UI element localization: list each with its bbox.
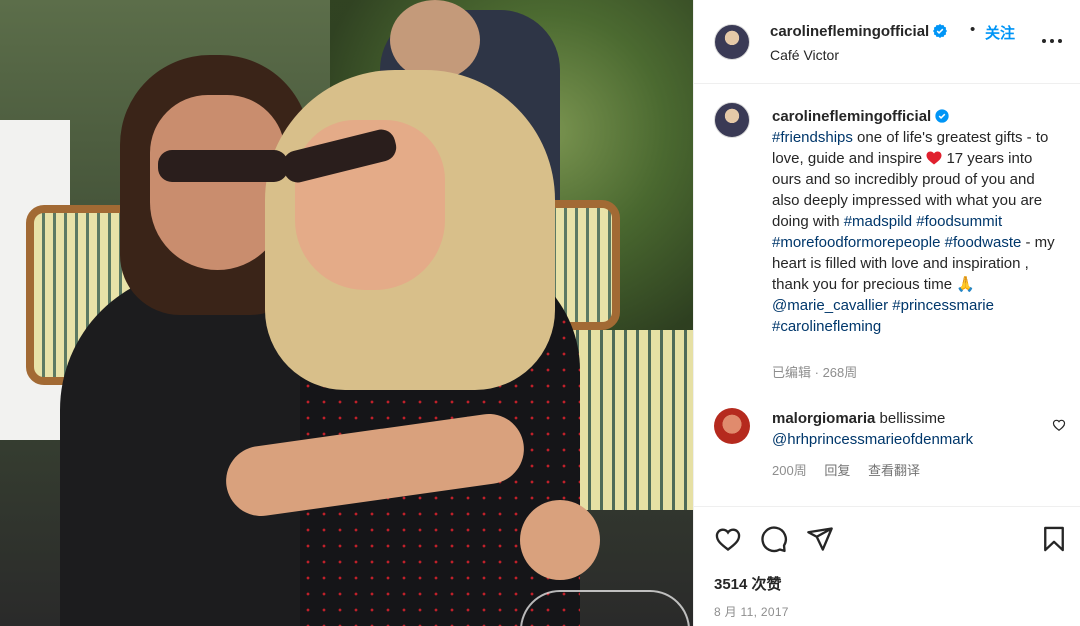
caption-meta: 已编辑 · 268周 [772, 362, 857, 381]
author-username[interactable]: carolineflemingofficial [770, 23, 948, 40]
verified-badge-icon [933, 24, 948, 38]
comment-age[interactable]: 200周 [772, 463, 807, 478]
author-username-text[interactable]: carolineflemingofficial [770, 23, 929, 40]
comment-item: malorgiomaria bellissime @hrhprincessmar… [694, 394, 1080, 494]
comment-body: bellissime [875, 410, 946, 427]
mention-link[interactable]: @hrhprincessmarieofdenmark [772, 431, 973, 448]
comment-meta: 200周 回复 查看翻译 [772, 460, 934, 479]
wine-glass [520, 590, 690, 626]
edited-label: 已编辑 [772, 365, 812, 380]
caption-text: carolineflemingofficial #friendships one… [772, 106, 1062, 337]
commenter-avatar[interactable] [714, 408, 750, 444]
hashtag-link[interactable]: #foodwaste [945, 234, 1022, 251]
header-separator: • [970, 21, 976, 38]
see-translation-button[interactable]: 查看翻译 [868, 463, 920, 478]
red-heart-emoji-icon [926, 151, 942, 165]
likes-count[interactable]: 3514 次赞 [714, 573, 782, 594]
mention-link[interactable]: @marie_cavallier [772, 297, 888, 314]
hashtag-link[interactable]: #princessmarie [892, 297, 994, 314]
save-bookmark-icon[interactable] [1040, 525, 1068, 553]
background-person-head [390, 0, 480, 80]
more-options-icon[interactable] [1040, 30, 1064, 50]
hashtag-link[interactable]: #morefoodformorepeople [772, 234, 940, 251]
sunglasses-left [158, 150, 288, 182]
comment-text: malorgiomaria bellissime @hrhprincessmar… [772, 408, 1032, 450]
location-link[interactable]: Café Victor [770, 47, 839, 63]
meta-separator: · [811, 365, 823, 380]
post-header: carolineflemingofficial • 关注 Café Victor [694, 0, 1080, 84]
post-side-panel: carolineflemingofficial • 关注 Café Victor… [693, 0, 1080, 626]
share-paper-plane-icon[interactable] [806, 525, 834, 553]
caption-age[interactable]: 268周 [823, 365, 858, 380]
post-photo[interactable] [0, 0, 693, 626]
hashtag-link[interactable]: #friendships [772, 129, 853, 146]
hashtag-link[interactable]: #carolinefleming [772, 318, 881, 335]
post-caption: carolineflemingofficial #friendships one… [694, 84, 1080, 394]
caption-username[interactable]: carolineflemingofficial [772, 108, 931, 125]
reply-button[interactable]: 回复 [824, 463, 850, 478]
praying-hands-emoji-icon: 🙏 [956, 276, 975, 293]
hand [520, 500, 600, 580]
post-date[interactable]: 8 月 11, 2017 [714, 603, 789, 620]
comment-like-heart-icon[interactable] [1052, 418, 1066, 432]
post-actions: 3514 次赞 8 月 11, 2017 [694, 506, 1080, 626]
hashtag-link[interactable]: #foodsummit [916, 213, 1002, 230]
comment-bubble-icon[interactable] [760, 525, 788, 553]
commenter-username[interactable]: malorgiomaria [772, 410, 875, 427]
author-avatar[interactable] [714, 24, 750, 60]
follow-button[interactable]: 关注 [985, 22, 1015, 43]
hashtag-link[interactable]: #madspild [844, 213, 912, 230]
verified-badge-icon [935, 109, 949, 123]
like-heart-icon[interactable] [714, 525, 742, 553]
caption-author-avatar[interactable] [714, 102, 750, 138]
